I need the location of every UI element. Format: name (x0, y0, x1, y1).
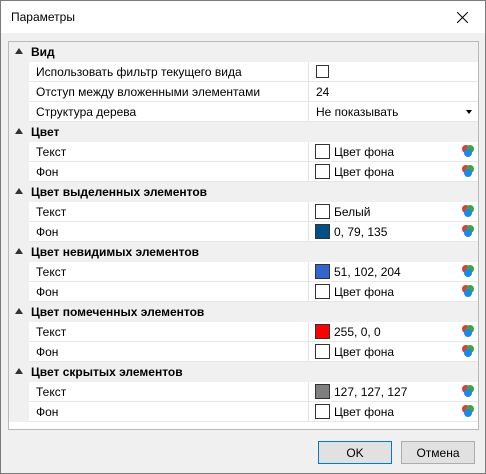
property-label: Структура дерева (36, 105, 137, 119)
color-picker-icon[interactable] (461, 384, 475, 398)
color-value[interactable]: Белый (334, 205, 370, 219)
category-title: Цвет скрытых элементов (31, 365, 183, 379)
color-swatch (315, 264, 330, 279)
color-swatch (315, 344, 330, 359)
color-picker-icon[interactable] (461, 224, 475, 238)
settings-dialog: Параметры Вид Использовать фильтр текуще… (0, 0, 486, 474)
close-button[interactable] (439, 1, 485, 33)
color-value[interactable]: 255, 0, 0 (334, 325, 381, 339)
category-color[interactable]: Цвет (9, 122, 478, 142)
property-label: Использовать фильтр текущего вида (36, 65, 242, 79)
category-hidden[interactable]: Цвет скрытых элементов (9, 362, 478, 382)
color-picker-icon[interactable] (461, 344, 475, 358)
category-marked[interactable]: Цвет помеченных элементов (9, 302, 478, 322)
collapse-triangle-icon[interactable] (15, 368, 23, 374)
color-value[interactable]: Цвет фона (334, 165, 394, 179)
close-icon (456, 11, 468, 23)
color-picker-icon[interactable] (461, 204, 475, 218)
tree-structure-select[interactable]: Не показывать (316, 105, 398, 119)
property-row-invisible-text[interactable]: Текст 51, 102, 204 (9, 262, 478, 282)
indent-value[interactable]: 24 (316, 85, 329, 99)
collapse-triangle-icon[interactable] (15, 308, 23, 314)
property-label: Текст (36, 385, 67, 399)
property-row-invisible-bg[interactable]: Фон Цвет фона (9, 282, 478, 302)
property-row-color-bg[interactable]: Фон Цвет фона (9, 162, 478, 182)
property-label: Текст (36, 205, 67, 219)
property-grid: Вид Использовать фильтр текущего вида От… (8, 41, 479, 430)
category-title: Цвет (31, 125, 60, 139)
color-value[interactable]: 0, 79, 135 (334, 225, 387, 239)
color-picker-icon[interactable] (461, 404, 475, 418)
color-value[interactable]: Цвет фона (334, 345, 394, 359)
property-label: Отступ между вложенными элементами (36, 85, 261, 99)
color-picker-icon[interactable] (461, 284, 475, 298)
property-row-selected-bg[interactable]: Фон 0, 79, 135 (9, 222, 478, 242)
category-title: Цвет выделенных элементов (31, 185, 208, 199)
color-swatch (315, 144, 330, 159)
color-swatch (315, 404, 330, 419)
property-label: Текст (36, 145, 67, 159)
color-value[interactable]: Цвет фона (334, 145, 394, 159)
cancel-button[interactable]: Отмена (401, 441, 475, 464)
color-swatch (315, 224, 330, 239)
color-value[interactable]: Цвет фона (334, 405, 394, 419)
dropdown-arrow-icon[interactable] (466, 110, 472, 114)
property-label: Фон (36, 285, 59, 299)
ok-button[interactable]: OK (318, 441, 392, 464)
property-row-hidden-text[interactable]: Текст 127, 127, 127 (9, 382, 478, 402)
color-swatch (315, 324, 330, 339)
title-bar: Параметры (1, 1, 485, 33)
property-row-indent[interactable]: Отступ между вложенными элементами 24 (9, 82, 478, 102)
property-row-use-filter[interactable]: Использовать фильтр текущего вида (9, 62, 478, 82)
property-label: Текст (36, 265, 67, 279)
property-label: Фон (36, 165, 59, 179)
color-swatch (315, 284, 330, 299)
property-row-selected-text[interactable]: Текст Белый (9, 202, 478, 222)
category-title: Цвет помеченных элементов (31, 305, 205, 319)
color-picker-icon[interactable] (461, 324, 475, 338)
property-label: Текст (36, 325, 67, 339)
property-row-marked-text[interactable]: Текст 255, 0, 0 (9, 322, 478, 342)
collapse-triangle-icon[interactable] (15, 128, 23, 134)
color-swatch (315, 384, 330, 399)
color-picker-icon[interactable] (461, 164, 475, 178)
collapse-triangle-icon[interactable] (15, 48, 23, 54)
property-row-marked-bg[interactable]: Фон Цвет фона (9, 342, 478, 362)
category-selected[interactable]: Цвет выделенных элементов (9, 182, 478, 202)
color-value[interactable]: 51, 102, 204 (334, 265, 401, 279)
color-value[interactable]: 127, 127, 127 (334, 385, 407, 399)
color-swatch (315, 164, 330, 179)
collapse-triangle-icon[interactable] (15, 188, 23, 194)
window-title: Параметры (11, 10, 75, 24)
property-label: Фон (36, 405, 59, 419)
category-invisible[interactable]: Цвет невидимых элементов (9, 242, 478, 262)
category-title: Вид (31, 45, 55, 59)
color-swatch (315, 204, 330, 219)
use-filter-checkbox[interactable] (316, 65, 329, 78)
property-row-hidden-bg[interactable]: Фон Цвет фона (9, 402, 478, 422)
color-value[interactable]: Цвет фона (334, 285, 394, 299)
category-title: Цвет невидимых элементов (31, 245, 200, 259)
property-label: Фон (36, 225, 59, 239)
color-picker-icon[interactable] (461, 264, 475, 278)
property-row-tree[interactable]: Структура дерева Не показывать (9, 102, 478, 122)
property-row-color-text[interactable]: Текст Цвет фона (9, 142, 478, 162)
property-label: Фон (36, 345, 59, 359)
color-picker-icon[interactable] (461, 144, 475, 158)
category-view[interactable]: Вид (9, 42, 478, 62)
collapse-triangle-icon[interactable] (15, 248, 23, 254)
